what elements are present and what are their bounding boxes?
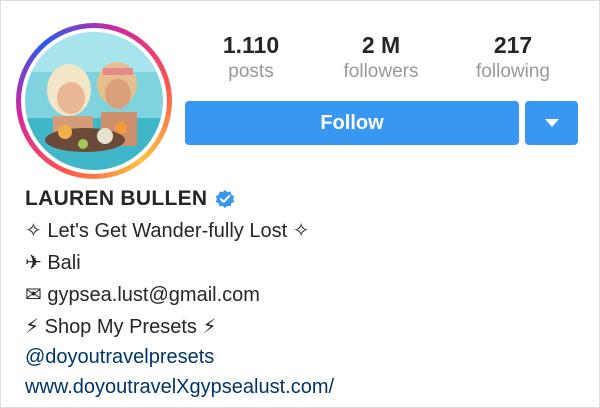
bio-tagline: ✧ Let's Get Wander-fully Lost ✧	[25, 220, 310, 242]
avatar-border	[21, 28, 167, 174]
story-ring[interactable]	[16, 23, 172, 179]
avatar-image	[25, 32, 163, 170]
bio-mention-link[interactable]: @doyoutravelpresets	[25, 343, 214, 371]
followers-stat[interactable]: 2 M followers	[331, 31, 431, 85]
avatar[interactable]	[25, 32, 163, 170]
profile-stats: 1.110 posts 2 M followers 217 following	[201, 31, 581, 91]
profile-card: 1.110 posts 2 M followers 217 following …	[0, 0, 600, 408]
following-label: following	[476, 61, 550, 82]
bio-website-link[interactable]: www.doyoutravelXgypsealust.com/	[25, 373, 334, 401]
following-stat[interactable]: 217 following	[463, 31, 563, 85]
followers-label: followers	[343, 61, 419, 82]
following-count: 217	[493, 32, 533, 58]
follow-button[interactable]: Follow	[185, 101, 519, 145]
posts-stat[interactable]: 1.110 posts	[211, 31, 291, 85]
posts-label: posts	[228, 61, 274, 82]
verified-badge-icon	[216, 190, 235, 208]
followers-count: 2 M	[361, 32, 401, 58]
suggestions-dropdown-button[interactable]	[525, 101, 578, 145]
profile-name-row: LAUREN BULLEN	[25, 183, 236, 215]
bio-email: ✉ gypsea.lust@gmail.com	[25, 284, 260, 306]
profile-name: LAUREN BULLEN	[25, 187, 208, 210]
chevron-down-icon	[544, 119, 559, 127]
posts-count: 1.110	[222, 32, 280, 58]
bio-shop: ⚡ Shop My Presets ⚡	[25, 316, 217, 338]
bio-location: ✈ Bali	[25, 252, 81, 274]
